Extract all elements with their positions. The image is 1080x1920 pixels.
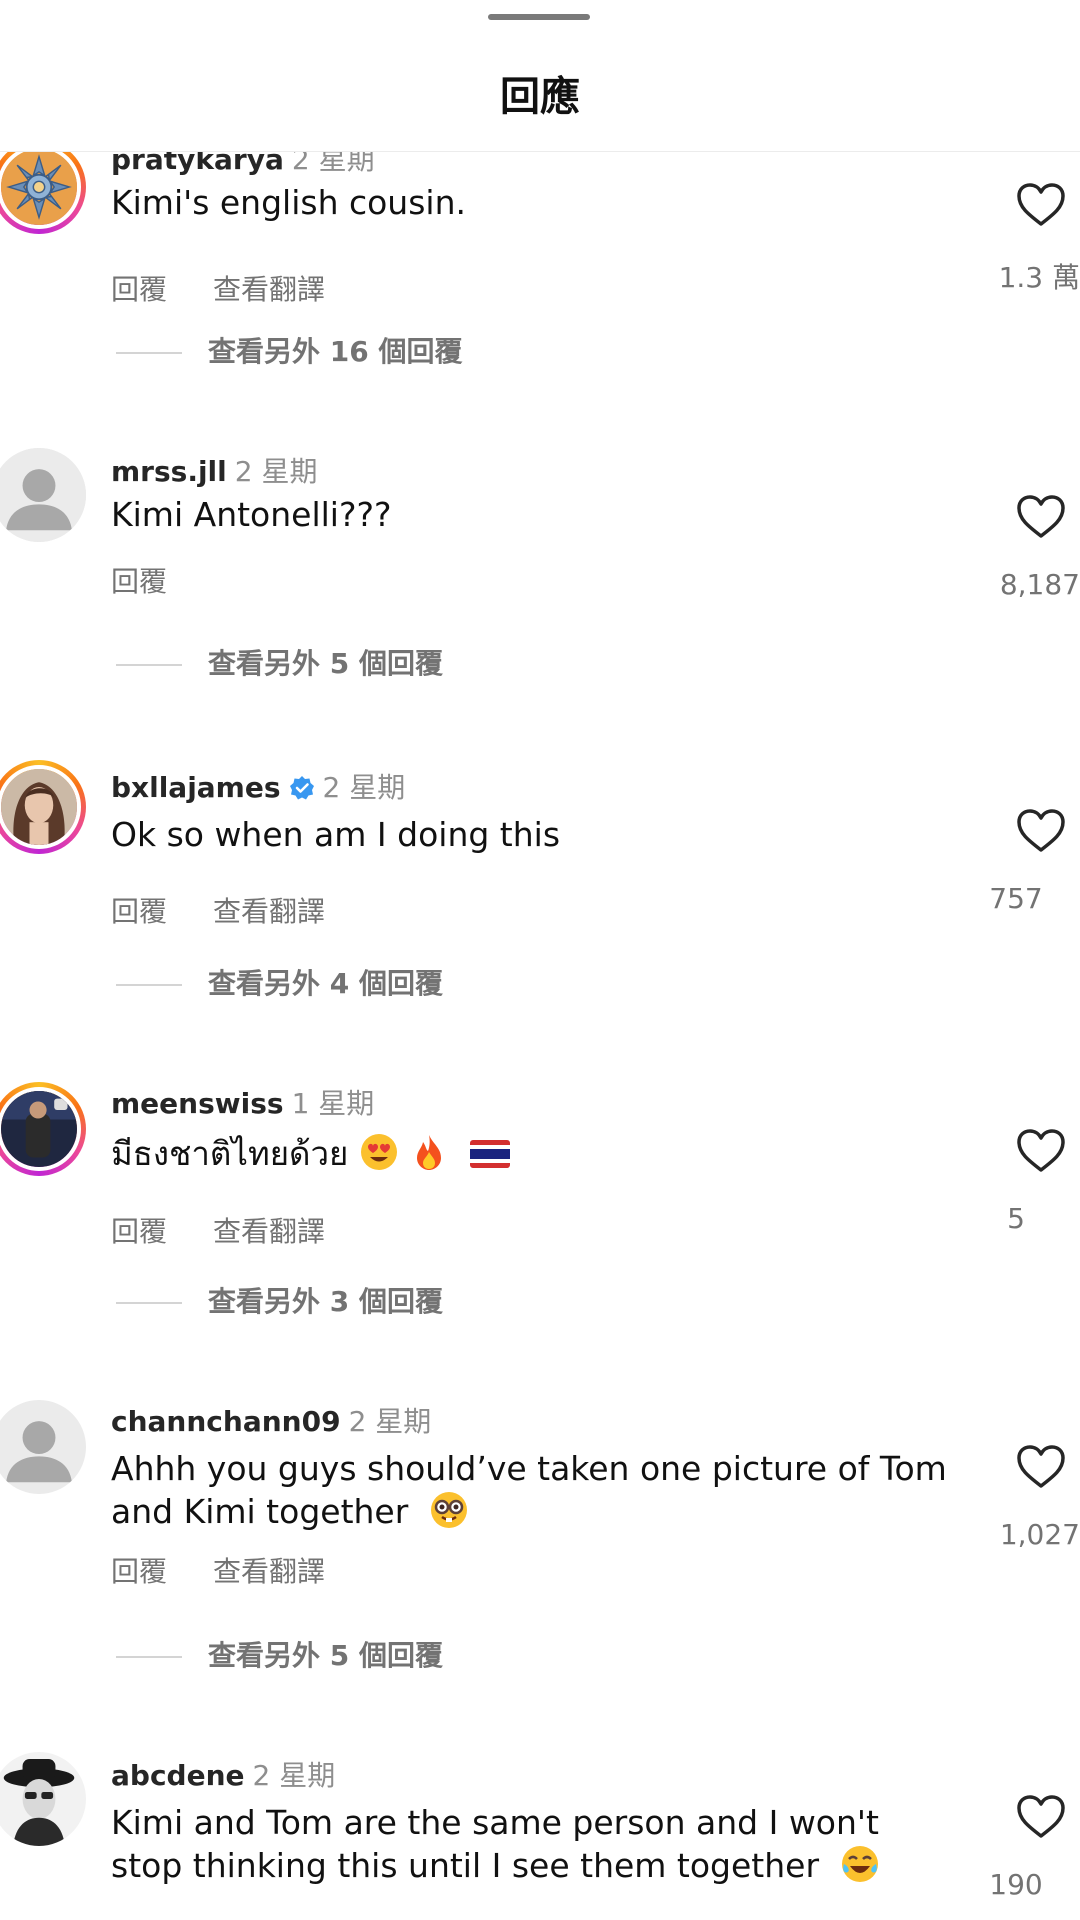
tears-of-joy-emoji [840, 1844, 880, 1884]
comment-text: Ok so when am I doing this [111, 815, 561, 854]
like-count: 757 [989, 882, 1043, 915]
default-user-icon [0, 448, 86, 542]
like-button[interactable] [1016, 808, 1066, 854]
timestamp: 2 星期 [252, 1759, 336, 1792]
comment-text: มีธงชาติไทยด้วย [111, 1132, 971, 1175]
like-count: 1,027 [999, 1518, 1080, 1551]
page-title: 回應 [500, 74, 580, 120]
view-more-replies-label: 查看另外 5 個回覆 [208, 1639, 443, 1672]
heart-icon [1017, 183, 1065, 226]
comment-text: Kimi's english cousin. [111, 183, 466, 222]
comment-text-line-2: stop thinking this until I see them toge… [111, 1844, 971, 1887]
comment-text-line: Kimi and Tom are the same person and I w… [111, 1803, 879, 1842]
view-more-replies-label: 查看另外 4 個回覆 [208, 967, 443, 1000]
comment-text: Ahhh you guys should’ve taken one pictur… [111, 1448, 971, 1533]
heart-icon [1017, 1129, 1065, 1172]
sheet-grabber[interactable] [488, 14, 590, 20]
timestamp: 2 星期 [322, 771, 406, 804]
comment-meta: abcdene 2 星期 [111, 1754, 335, 1794]
like-button[interactable] [1016, 1794, 1066, 1840]
username[interactable]: mrss.jll [111, 455, 227, 488]
see-translation-button[interactable]: 查看翻譯 [213, 895, 325, 928]
comment-actions: 回覆 查看翻譯 [111, 1550, 325, 1590]
heart-icon [1017, 1445, 1065, 1488]
user-avatar[interactable] [0, 1752, 86, 1846]
like-count: 8,187 [999, 568, 1080, 601]
reply-button[interactable]: 回覆 [111, 1215, 167, 1248]
comment-text-line-2-body: stop thinking this until I see them toge… [111, 1846, 820, 1885]
username[interactable]: abcdene [111, 1759, 245, 1792]
like-count: 190 [989, 1868, 1043, 1901]
comment-meta: bxllajames 2 星期 [111, 766, 405, 806]
comment-text: Kimi and Tom are the same person and I w… [111, 1802, 971, 1887]
divider-line [116, 1302, 182, 1304]
sun-emblem-icon [1, 149, 77, 225]
divider-line [116, 984, 182, 986]
like-button[interactable] [1016, 1128, 1066, 1174]
comment-meta: mrss.jll 2 星期 [111, 450, 317, 490]
heart-eyes-emoji [359, 1132, 399, 1172]
comment-actions: 回覆 查看翻譯 [111, 890, 325, 930]
heart-icon [1017, 1795, 1065, 1838]
comment-actions: 回覆 查看翻譯 [111, 1210, 325, 1250]
comment-actions: 回覆 [111, 560, 167, 600]
view-more-replies-label: 查看另外 16 個回覆 [208, 335, 463, 368]
user-avatar[interactable] [0, 1400, 86, 1494]
reply-button[interactable]: 回覆 [111, 895, 167, 928]
user-avatar[interactable] [0, 760, 86, 854]
comment-meta: channchann09 2 星期 [111, 1400, 431, 1440]
see-translation-button[interactable]: 查看翻譯 [213, 1555, 325, 1588]
heart-icon [1017, 809, 1065, 852]
view-more-replies-button[interactable]: 查看另外 16 個回覆 [116, 330, 462, 370]
username[interactable]: meenswiss [111, 1087, 284, 1120]
see-translation-button[interactable]: 查看翻譯 [213, 1215, 325, 1248]
comment-text-line-2: and Kimi together [111, 1490, 971, 1533]
reply-button[interactable]: 回覆 [111, 273, 167, 306]
verified-badge-icon [289, 776, 314, 800]
profile-photo [1, 769, 77, 845]
comment-actions: 回覆 查看翻譯 [111, 268, 325, 308]
like-count: 1.3 萬 [998, 261, 1080, 294]
fire-emoji [409, 1132, 449, 1172]
view-more-replies-button[interactable]: 查看另外 5 個回覆 [116, 1634, 443, 1674]
username[interactable]: channchann09 [111, 1405, 341, 1438]
comment-meta: meenswiss 1 星期 [111, 1082, 374, 1122]
thai-flag-emoji [469, 1140, 510, 1168]
profile-photo [0, 1752, 86, 1846]
profile-photo [1, 1091, 77, 1167]
nerd-face-emoji [429, 1490, 469, 1530]
divider-line [116, 352, 182, 354]
see-translation-button[interactable]: 查看翻譯 [213, 273, 325, 306]
timestamp: 1 星期 [291, 1087, 375, 1120]
like-button[interactable] [1016, 1444, 1066, 1490]
like-button[interactable] [1016, 494, 1066, 540]
reply-button[interactable]: 回覆 [111, 1555, 167, 1588]
comment-text: Kimi Antonelli??? [111, 495, 392, 534]
timestamp: 2 星期 [234, 455, 318, 488]
comments-list[interactable]: pratykarya 2 星期 Kimi's english cousin. 回覆… [0, 0, 1080, 1920]
view-more-replies-label: 查看另外 3 個回覆 [208, 1285, 443, 1318]
username[interactable]: bxllajames [111, 771, 281, 804]
user-avatar[interactable] [0, 448, 86, 542]
view-more-replies-label: 查看另外 5 個回覆 [208, 647, 443, 680]
comment-text-line-2-body: and Kimi together [111, 1492, 409, 1531]
comment-text-body: มีธงชาติไทยด้วย [111, 1134, 349, 1173]
heart-icon [1017, 495, 1065, 538]
timestamp: 2 星期 [348, 1405, 432, 1438]
view-more-replies-button[interactable]: 查看另外 3 個回覆 [116, 1280, 443, 1320]
divider-line [116, 1656, 182, 1658]
user-avatar[interactable] [0, 1082, 86, 1176]
user-avatar[interactable] [0, 140, 86, 234]
like-button[interactable] [1016, 182, 1066, 228]
view-more-replies-button[interactable]: 查看另外 4 個回覆 [116, 962, 443, 1002]
comment-text-line: Ahhh you guys should’ve taken one pictur… [111, 1449, 947, 1488]
like-count: 5 [1007, 1202, 1025, 1235]
reply-button[interactable]: 回覆 [111, 565, 167, 598]
sheet-header: 回應 [0, 0, 1080, 152]
default-user-icon [0, 1400, 86, 1494]
view-more-replies-button[interactable]: 查看另外 5 個回覆 [116, 642, 443, 682]
divider-line [116, 664, 182, 666]
